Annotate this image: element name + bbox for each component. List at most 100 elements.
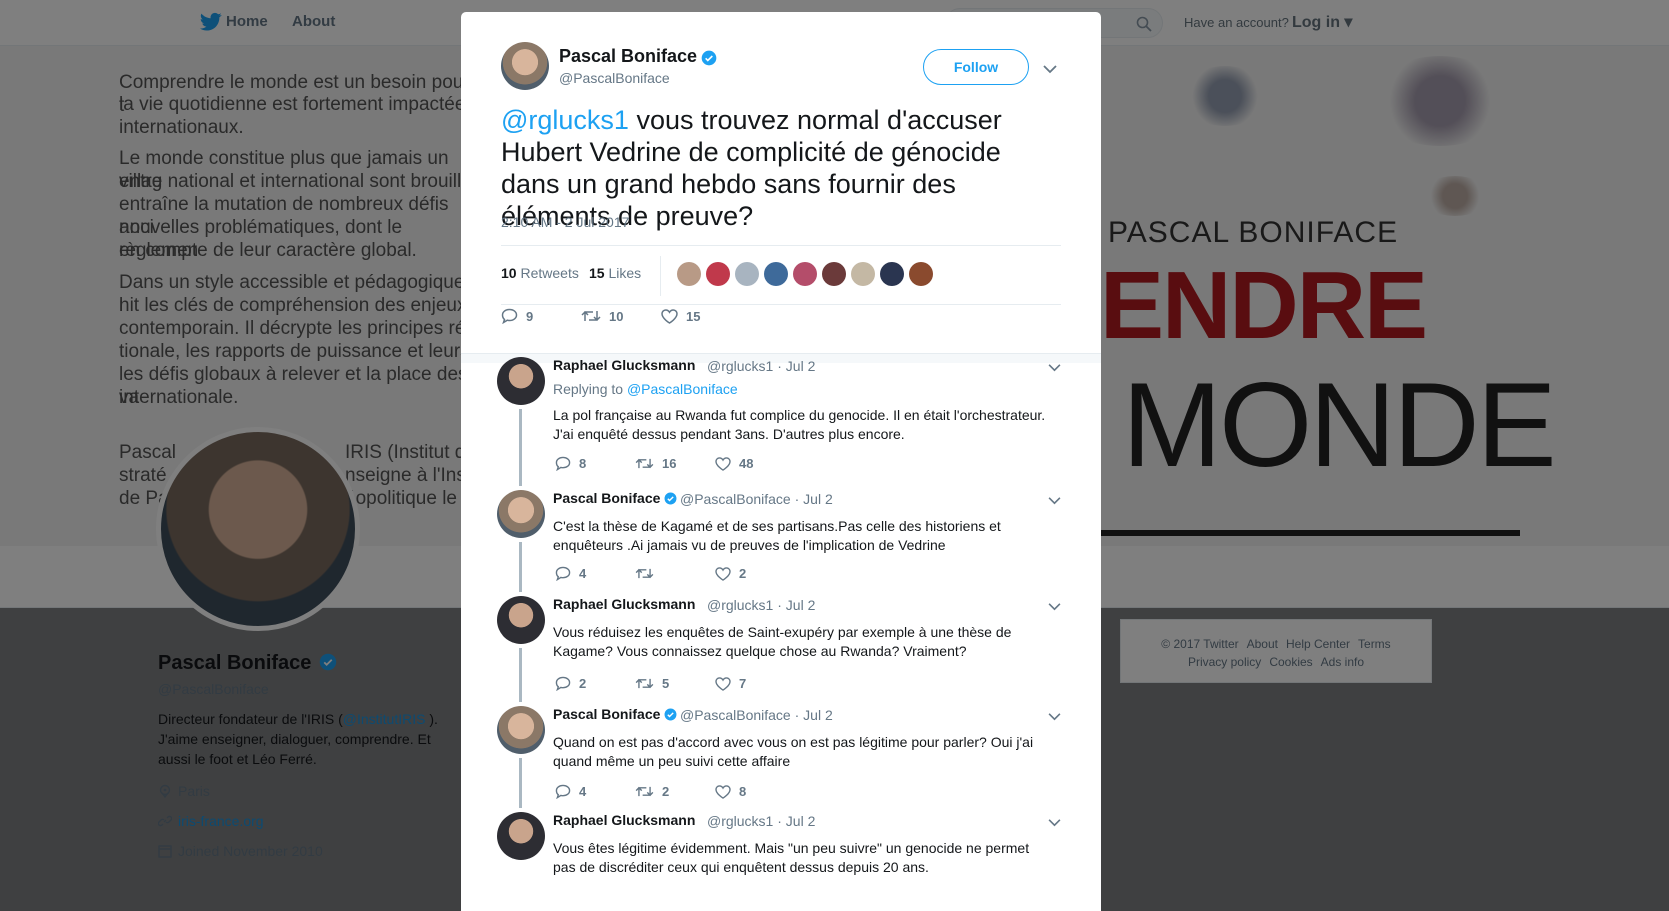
reply-handle-time[interactable]: @rglucks1 · Jul 2 [707, 813, 815, 829]
reply-button[interactable]: 4 [555, 784, 635, 799]
replying-to: Replying to @PascalBoniface [553, 381, 738, 397]
reply-avatar[interactable] [497, 490, 545, 538]
chevron-down-icon[interactable] [1043, 64, 1057, 74]
like-count: 8 [739, 784, 747, 799]
verified-badge-icon [664, 492, 677, 505]
retweet-icon [635, 786, 654, 797]
reply-button[interactable]: 8 [555, 456, 635, 471]
heart-icon [715, 566, 731, 581]
retweet-button[interactable]: 16 [635, 456, 715, 471]
verified-badge-icon [701, 50, 717, 66]
retweets-stat[interactable]: 10 Retweets [501, 265, 579, 281]
like-button[interactable]: 48 [715, 456, 753, 471]
reply-actions: 2 5 7 [555, 676, 746, 691]
like-button[interactable]: 7 [715, 676, 746, 691]
retweet-button[interactable]: 2 [635, 784, 715, 799]
thread-connector-line [519, 758, 522, 808]
reply-count: 4 [579, 566, 587, 581]
reply-author-name[interactable]: Raphael Glucksmann [553, 596, 695, 612]
like-count: 48 [739, 456, 754, 471]
reply-handle-time[interactable]: @rglucks1 · Jul 2 [707, 358, 815, 374]
liker-avatar[interactable] [880, 262, 904, 286]
like-button[interactable]: 15 [661, 309, 700, 324]
retweets-count: 10 [501, 265, 517, 281]
retweet-count: 16 [662, 456, 677, 471]
liker-avatar[interactable] [677, 262, 701, 286]
reply-text: Vous réduisez les enquêtes de Saint-exup… [553, 624, 1012, 659]
retweet-button[interactable]: 5 [635, 676, 715, 691]
reply-count: 8 [579, 456, 587, 471]
retweets-label: Retweets [520, 265, 579, 281]
reply-handle-time[interactable]: @PascalBoniface · Jul 2 [680, 491, 833, 507]
like-count: 2 [739, 566, 747, 581]
reply-handle-time[interactable]: @PascalBoniface · Jul 2 [680, 707, 833, 723]
tweet-mention-link[interactable]: @rglucks1 [501, 105, 629, 135]
liker-avatar[interactable] [851, 262, 875, 286]
retweet-button[interactable] [635, 567, 715, 580]
verified-badge-icon [664, 708, 677, 721]
liker-avatar[interactable] [822, 262, 846, 286]
follow-button[interactable]: Follow [923, 49, 1029, 85]
replying-prefix: Replying to [553, 381, 627, 397]
reply-button[interactable]: 9 [501, 308, 581, 324]
chevron-down-icon[interactable] [1048, 818, 1061, 827]
chevron-down-icon[interactable] [1048, 363, 1061, 372]
reply-text: C'est la thèse de Kagamé et de ses parti… [553, 518, 1001, 553]
liker-avatar[interactable] [764, 262, 788, 286]
tweet-modal: Pascal Boniface @PascalBoniface Follow @… [461, 12, 1101, 911]
reply-button[interactable]: 2 [555, 676, 635, 691]
reply-actions: 4 2 8 [555, 784, 746, 799]
author-handle[interactable]: @PascalBoniface [559, 70, 670, 86]
like-count: 7 [739, 676, 747, 691]
reply-button[interactable]: 4 [555, 566, 635, 581]
reply-count: 9 [526, 308, 534, 324]
thread-connector-line [519, 542, 522, 592]
tweet-text: @rglucks1 vous trouvez normal d'accuser … [501, 104, 1061, 232]
reply-author-name[interactable]: Raphael Glucksmann [553, 357, 695, 373]
reply-icon [555, 566, 571, 581]
likes-stat[interactable]: 15 Likes [589, 265, 641, 281]
tweet-stats: 10 Retweets 15 Likes [501, 245, 1061, 305]
reply-icon [555, 784, 571, 799]
retweet-count: 5 [662, 676, 670, 691]
tweet-timestamp[interactable]: 2:10 AM - 2 Jul 2017 [501, 214, 629, 230]
likes-label: Likes [608, 265, 642, 281]
chevron-down-icon[interactable] [1048, 496, 1061, 505]
reply-author-name[interactable]: Pascal Boniface [553, 706, 660, 722]
retweet-count: 2 [662, 784, 670, 799]
liker-avatar[interactable] [706, 262, 730, 286]
thread-connector-line [519, 648, 522, 702]
retweet-icon [635, 678, 654, 689]
chevron-down-icon[interactable] [1048, 602, 1061, 611]
like-button[interactable]: 8 [715, 784, 746, 799]
reply-avatar[interactable] [497, 706, 545, 754]
heart-icon [715, 676, 731, 691]
retweet-icon [581, 310, 601, 322]
reply-avatar[interactable] [497, 357, 545, 405]
reply-icon [501, 308, 518, 324]
reply-avatar[interactable] [497, 596, 545, 644]
replying-to-link[interactable]: @PascalBoniface [627, 381, 738, 397]
like-button[interactable]: 2 [715, 566, 746, 581]
retweet-count: 10 [609, 308, 624, 324]
chevron-down-icon[interactable] [1048, 712, 1061, 721]
author-avatar[interactable] [501, 42, 549, 90]
retweet-icon [635, 458, 654, 469]
reply-text: Vous êtes légitime évidemment. Mais "un … [553, 840, 1030, 875]
reply-author-name[interactable]: Pascal Boniface [553, 490, 660, 506]
liker-avatar[interactable] [909, 262, 933, 286]
reply-icon [555, 676, 571, 691]
author-name[interactable]: Pascal Boniface [559, 46, 697, 67]
reply-count: 4 [579, 784, 587, 799]
retweet-button[interactable]: 10 [581, 309, 661, 324]
liker-avatar[interactable] [793, 262, 817, 286]
reply-author-name[interactable]: Raphael Glucksmann [553, 812, 695, 828]
reply-actions: 8 16 48 [555, 456, 753, 471]
reply-avatar[interactable] [497, 812, 545, 860]
like-count: 15 [686, 308, 701, 324]
reply-handle-time[interactable]: @rglucks1 · Jul 2 [707, 597, 815, 613]
reply-actions: 42 [555, 566, 746, 581]
liker-avatar[interactable] [735, 262, 759, 286]
heart-icon [715, 784, 731, 799]
reply-count: 2 [579, 676, 587, 691]
